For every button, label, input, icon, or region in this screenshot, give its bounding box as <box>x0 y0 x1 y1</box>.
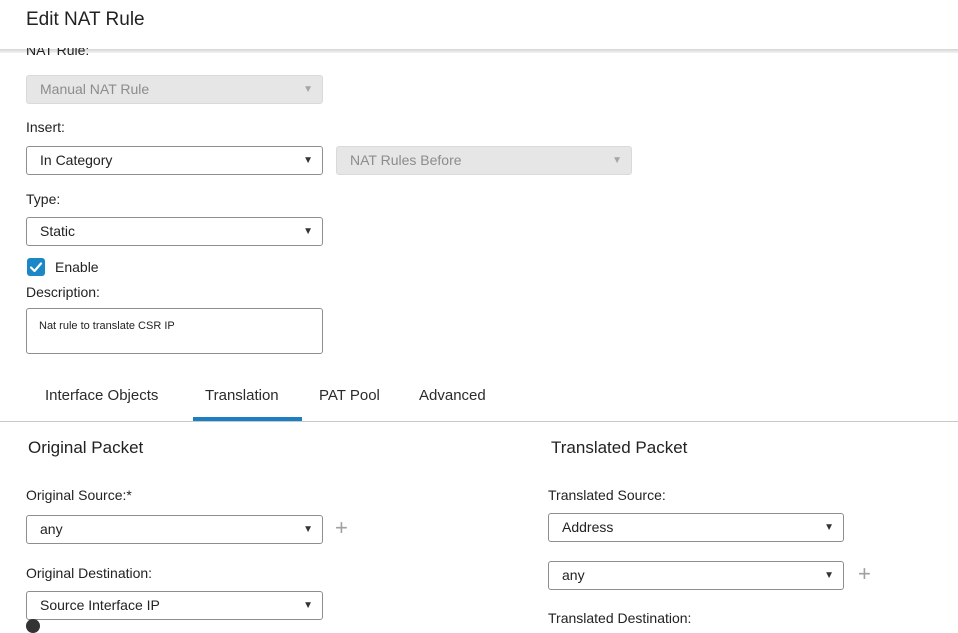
insert-position-select: NAT Rules Before ▼ <box>336 146 632 175</box>
original-source-select[interactable]: any ▼ <box>26 515 323 544</box>
translated-source-value: any <box>562 567 585 583</box>
type-label: Type: <box>26 191 61 207</box>
enable-label: Enable <box>55 259 99 275</box>
tab-advanced[interactable]: Advanced <box>419 387 486 404</box>
original-source-label: Original Source:* <box>26 487 132 503</box>
original-packet-title: Original Packet <box>28 438 144 457</box>
partial-radio-icon <box>26 619 40 633</box>
original-destination-value: Source Interface IP <box>40 597 160 613</box>
chevron-down-icon: ▼ <box>824 570 834 581</box>
insert-value: In Category <box>40 152 113 168</box>
add-original-source-icon[interactable]: + <box>335 517 348 539</box>
tab-interface-objects[interactable]: Interface Objects <box>45 387 158 404</box>
tab-pat-pool[interactable]: PAT Pool <box>319 387 380 404</box>
translated-packet-title: Translated Packet <box>551 438 688 457</box>
chevron-down-icon: ▼ <box>612 155 622 166</box>
insert-select[interactable]: In Category ▼ <box>26 146 323 175</box>
translated-source-type-value: Address <box>562 519 614 535</box>
chevron-down-icon: ▼ <box>303 600 313 611</box>
translated-source-select[interactable]: any ▼ <box>548 561 844 590</box>
type-value: Static <box>40 223 76 239</box>
description-label: Description: <box>26 284 100 300</box>
translated-source-type-select[interactable]: Address ▼ <box>548 513 844 542</box>
chevron-down-icon: ▼ <box>303 155 313 166</box>
nat-rule-select: Manual NAT Rule ▼ <box>26 75 323 104</box>
insert-label: Insert: <box>26 119 65 135</box>
translated-source-label: Translated Source: <box>548 487 666 503</box>
chevron-down-icon: ▼ <box>303 226 313 237</box>
type-select[interactable]: Static ▼ <box>26 217 323 246</box>
original-destination-select[interactable]: Source Interface IP ▼ <box>26 591 323 620</box>
translated-destination-label: Translated Destination: <box>548 610 692 626</box>
original-destination-label: Original Destination: <box>26 565 153 581</box>
original-source-value: any <box>40 521 63 537</box>
checkmark-icon <box>29 262 43 273</box>
description-field[interactable]: Nat rule to translate CSR IP <box>26 308 323 354</box>
chevron-down-icon: ▼ <box>824 522 834 533</box>
dialog-title: Edit NAT Rule <box>26 9 145 30</box>
nat-rule-label: NAT Rule: <box>26 48 89 64</box>
tabs-divider <box>0 421 958 422</box>
tab-translation[interactable]: Translation <box>205 387 279 404</box>
nat-rule-value: Manual NAT Rule <box>40 81 150 97</box>
chevron-down-icon: ▼ <box>303 84 313 95</box>
chevron-down-icon: ▼ <box>303 524 313 535</box>
enable-checkbox[interactable] <box>27 258 45 276</box>
add-translated-source-icon[interactable]: + <box>858 563 871 585</box>
title-divider <box>0 49 958 53</box>
nat-rule-label-text: NAT Rule: <box>26 48 90 58</box>
insert-position-value: NAT Rules Before <box>350 152 462 168</box>
